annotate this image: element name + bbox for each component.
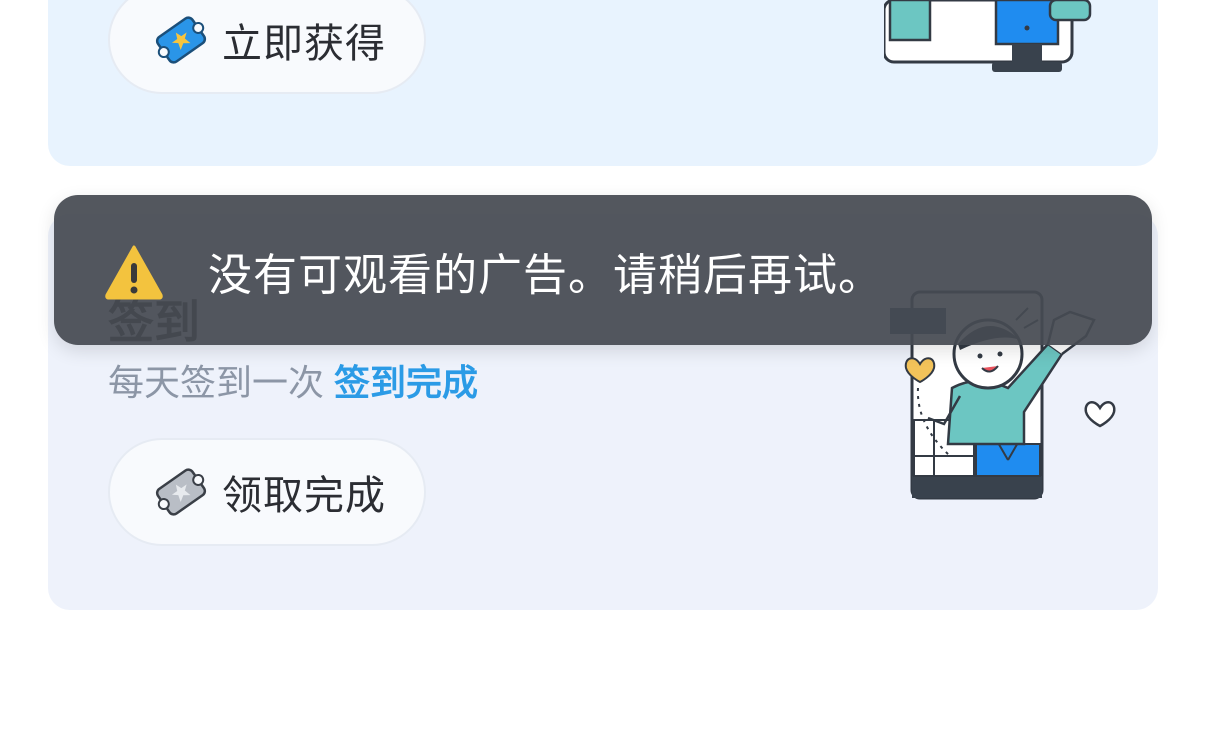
get-now-button[interactable]: 立即获得 — [108, 0, 426, 94]
ticket-icon — [152, 11, 210, 69]
warning-icon — [105, 245, 163, 300]
ticket-icon — [152, 463, 210, 521]
claim-complete-label: 领取完成 — [222, 473, 386, 519]
page: 立即获得 签到 每天签到一次签到完成 — [0, 0, 1206, 730]
rewards-card: 立即获得 — [48, 0, 1158, 166]
toast-message: 没有可观看的广告。请稍后再试。 — [208, 250, 883, 301]
toast-notification: 没有可观看的广告。请稍后再试。 — [54, 195, 1152, 345]
checkin-status: 签到完成 — [334, 363, 479, 404]
claim-complete-button[interactable]: 领取完成 — [108, 438, 426, 546]
monitor-illustration — [884, 0, 1092, 72]
checkin-description: 每天签到一次 签到完成 — [108, 354, 478, 406]
checkin-description-text: 每天签到一次 — [108, 363, 325, 404]
get-now-label: 立即获得 — [222, 21, 386, 67]
